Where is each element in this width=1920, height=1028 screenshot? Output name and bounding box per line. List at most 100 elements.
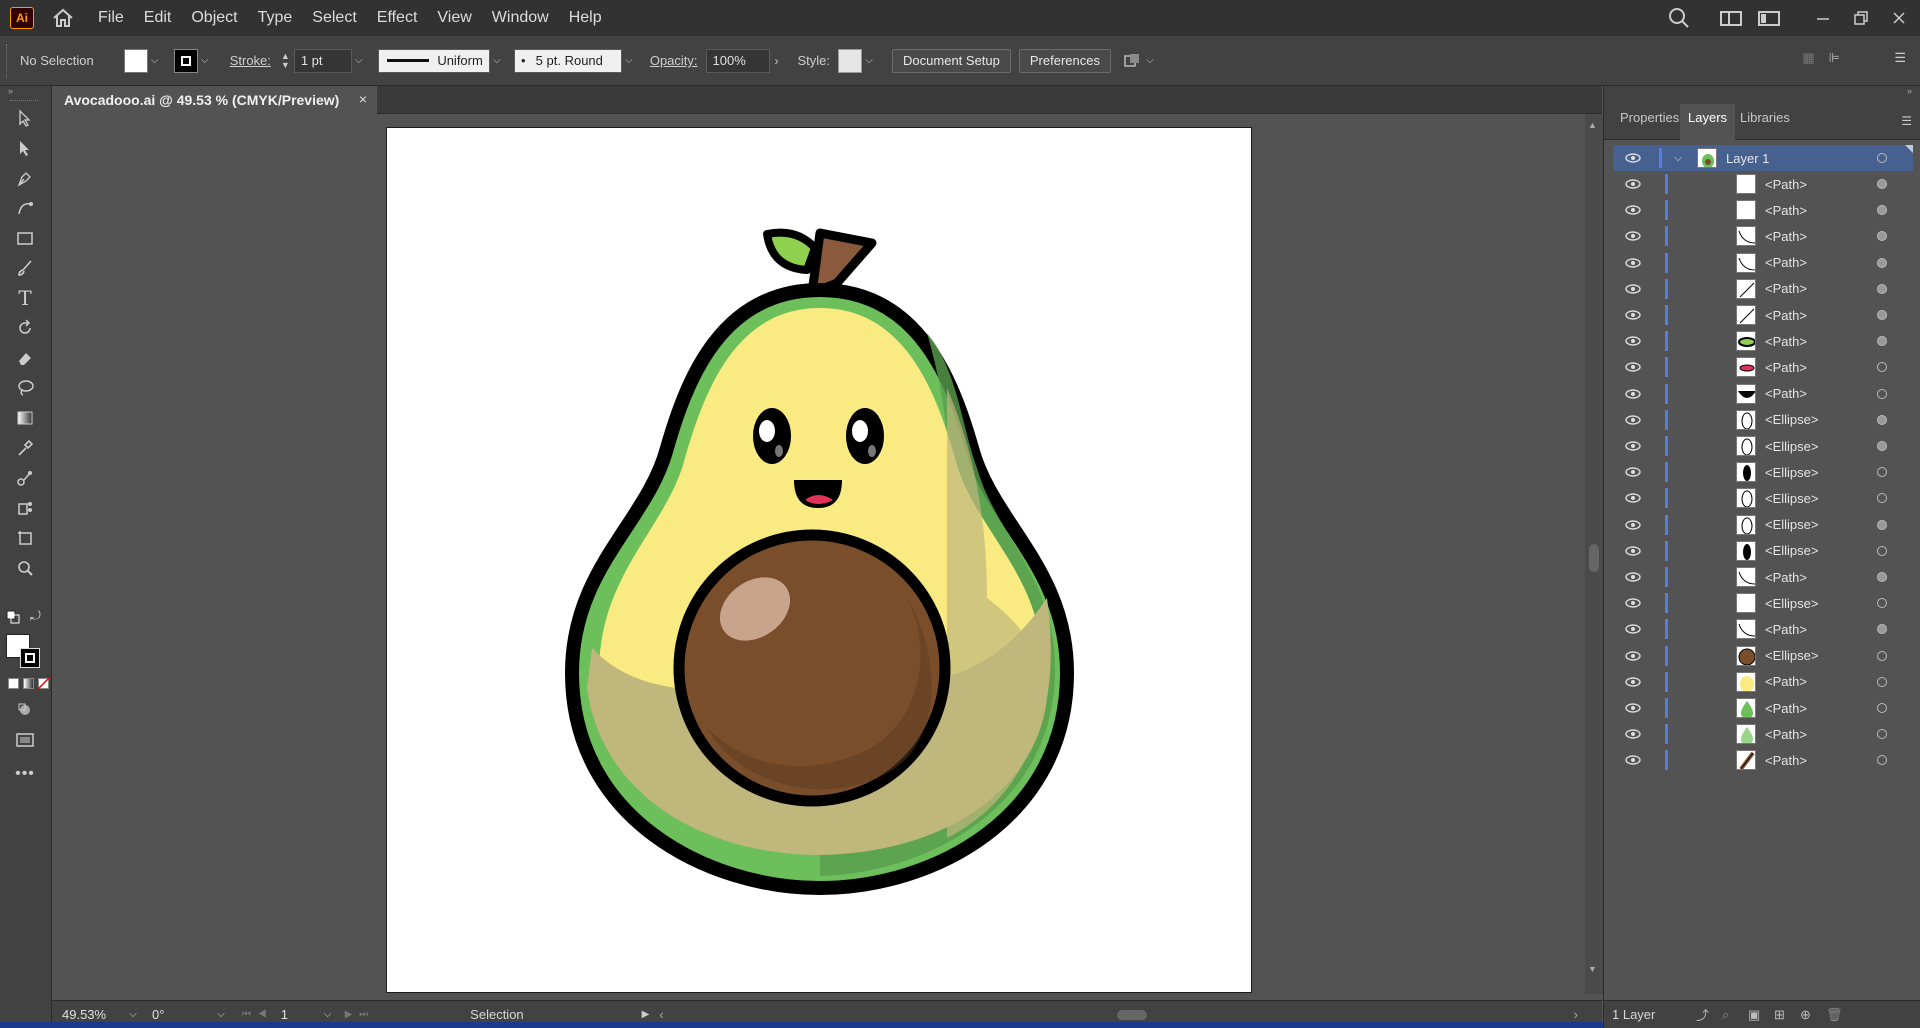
sublayer-row[interactable]: <Path>: [1613, 564, 1913, 590]
visibility-eye-icon[interactable]: [1623, 305, 1643, 325]
sublayer-name[interactable]: <Path>: [1765, 570, 1807, 585]
arrange-documents-icon[interactable]: [1754, 3, 1784, 33]
curvature-tool-icon[interactable]: [12, 196, 38, 220]
pen-tool-icon[interactable]: [12, 166, 38, 190]
align-icon[interactable]: ▦: [1802, 50, 1814, 66]
visibility-eye-icon[interactable]: [1623, 436, 1643, 456]
gradient-mode-icon[interactable]: [23, 678, 34, 689]
brush-definition[interactable]: ● 5 pt. Round: [513, 48, 622, 73]
sublayer-row[interactable]: <Ellipse>: [1613, 485, 1913, 511]
sublayer-row[interactable]: <Path>: [1613, 197, 1913, 223]
color-mode-icon[interactable]: [8, 678, 19, 689]
layer-target-icon[interactable]: [1877, 493, 1887, 504]
sublayer-name[interactable]: <Path>: [1765, 308, 1807, 323]
sublayer-row[interactable]: <Path>: [1613, 721, 1913, 747]
vertical-scrollbar[interactable]: ▲ ▼: [1585, 114, 1603, 994]
layer-target-icon[interactable]: [1877, 283, 1887, 294]
visibility-eye-icon[interactable]: [1623, 174, 1643, 194]
stroke-label[interactable]: Stroke:: [230, 53, 271, 68]
layer-target-icon[interactable]: [1877, 676, 1887, 687]
scroll-down-icon[interactable]: ▼: [1588, 964, 1597, 974]
tab-libraries[interactable]: Libraries: [1732, 104, 1798, 140]
layer-name[interactable]: Layer 1: [1726, 151, 1769, 166]
brush-dropdown-icon[interactable]: ⌵: [622, 55, 636, 66]
default-colors-icon[interactable]: [6, 610, 20, 624]
arrange-icon[interactable]: [1121, 50, 1143, 72]
visibility-eye-icon[interactable]: [1623, 646, 1643, 666]
artboard-dropdown-icon[interactable]: ⌵: [321, 1009, 335, 1020]
visibility-eye-icon[interactable]: [1623, 331, 1643, 351]
workspace-icon[interactable]: [1716, 3, 1746, 33]
layer-target-icon[interactable]: [1877, 598, 1887, 609]
menu-select[interactable]: Select: [302, 0, 366, 36]
stroke-weight-dropdown-icon[interactable]: ⌵: [352, 55, 366, 66]
sublayer-row[interactable]: <Path>: [1613, 276, 1913, 302]
clipping-mask-icon[interactable]: ▣: [1748, 1007, 1760, 1023]
visibility-eye-icon[interactable]: [1623, 593, 1643, 613]
layer-target-icon[interactable]: [1877, 441, 1887, 451]
layer-target-icon[interactable]: [1877, 414, 1887, 425]
variable-width-profile[interactable]: Uniform: [377, 48, 490, 73]
sublayer-row[interactable]: <Ellipse>: [1613, 512, 1913, 538]
sublayer-name[interactable]: <Path>: [1765, 360, 1807, 375]
more-tools-icon[interactable]: •••: [12, 762, 38, 786]
collapse-panel-icon[interactable]: »: [1907, 86, 1912, 96]
opacity-label[interactable]: Opacity:: [650, 53, 698, 68]
sublayer-name[interactable]: <Path>: [1765, 177, 1807, 192]
sublayer-name[interactable]: <Ellipse>: [1765, 517, 1818, 532]
restore-icon[interactable]: [1846, 3, 1876, 33]
screen-mode-icon[interactable]: [12, 728, 38, 752]
tab-properties[interactable]: Properties: [1612, 104, 1687, 140]
sublayer-name[interactable]: <Path>: [1765, 281, 1807, 296]
symbol-sprayer-tool-icon[interactable]: [12, 496, 38, 520]
tab-layers[interactable]: Layers: [1680, 104, 1736, 140]
lasso-tool-icon[interactable]: [12, 376, 38, 400]
layer-target-icon[interactable]: [1877, 388, 1887, 399]
visibility-eye-icon[interactable]: [1623, 148, 1643, 168]
visibility-eye-icon[interactable]: [1623, 515, 1643, 535]
stroke-color-icon[interactable]: [20, 648, 40, 668]
layer-target-icon[interactable]: [1877, 624, 1887, 635]
expand-layer-icon[interactable]: ⌵: [1674, 152, 1682, 165]
first-prev-artboard-icon[interactable]: ⏮ ◀: [242, 1009, 269, 1020]
visibility-eye-icon[interactable]: [1623, 750, 1643, 770]
menu-edit[interactable]: Edit: [134, 0, 182, 36]
menu-window[interactable]: Window: [482, 0, 559, 36]
layer-target-icon[interactable]: [1877, 257, 1887, 268]
sublayer-row[interactable]: <Path>: [1613, 171, 1913, 197]
layer-target-icon[interactable]: [1877, 362, 1887, 373]
document-setup-button[interactable]: Document Setup: [892, 48, 1011, 73]
rotate-tool-icon[interactable]: [12, 316, 38, 340]
opacity-field[interactable]: 100%: [705, 48, 770, 73]
sublayer-row[interactable]: <Ellipse>: [1613, 433, 1913, 459]
collapse-toolbar-icon[interactable]: »: [8, 86, 13, 96]
visibility-eye-icon[interactable]: [1623, 488, 1643, 508]
close-window-icon[interactable]: [1884, 3, 1914, 33]
graphic-style-swatch[interactable]: [838, 48, 863, 73]
visibility-eye-icon[interactable]: [1623, 619, 1643, 639]
new-sublayer-icon[interactable]: ⊞: [1774, 1007, 1785, 1023]
avocado-artwork[interactable]: [387, 128, 1253, 994]
sublayer-row[interactable]: <Path>: [1613, 695, 1913, 721]
stroke-stepper-icon[interactable]: ▲ ▼: [281, 51, 290, 70]
swap-colors-icon[interactable]: ⤾: [30, 608, 44, 623]
sublayer-name[interactable]: <Path>: [1765, 255, 1807, 270]
visibility-eye-icon[interactable]: [1623, 672, 1643, 692]
sublayer-name[interactable]: <Path>: [1765, 622, 1807, 637]
visibility-eye-icon[interactable]: [1623, 357, 1643, 377]
layer-target-icon[interactable]: [1877, 545, 1887, 556]
vertical-scroll-thumb[interactable]: [1589, 544, 1599, 572]
rectangle-tool-icon[interactable]: [12, 226, 38, 250]
delete-layer-icon[interactable]: 🗑: [1826, 1007, 1843, 1023]
paintbrush-tool-icon[interactable]: [12, 256, 38, 280]
artboard[interactable]: [386, 127, 1252, 993]
layer-target-icon[interactable]: [1877, 519, 1887, 530]
zoom-dropdown-icon[interactable]: ⌵: [126, 1009, 140, 1020]
sublayer-name[interactable]: <Ellipse>: [1765, 412, 1818, 427]
selection-tool-icon[interactable]: [12, 106, 38, 130]
sublayer-row[interactable]: <Path>: [1613, 616, 1913, 642]
sublayer-row[interactable]: <Ellipse>: [1613, 590, 1913, 616]
sublayer-name[interactable]: <Path>: [1765, 701, 1807, 716]
layer-target-icon[interactable]: [1877, 205, 1887, 216]
none-mode-icon[interactable]: [38, 678, 49, 689]
